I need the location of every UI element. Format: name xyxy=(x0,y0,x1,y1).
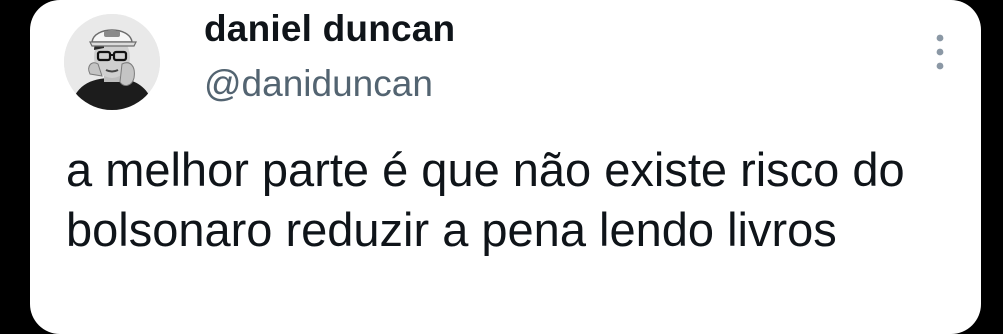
tweet-text: a melhor parte é que não existe risco do… xyxy=(66,143,905,256)
tweet-card[interactable]: daniel duncan @daniduncan a melhor parte… xyxy=(30,0,981,334)
avatar-photo xyxy=(64,14,160,110)
author-name[interactable]: daniel duncan xyxy=(204,8,455,50)
more-vertical-icon[interactable] xyxy=(930,30,950,74)
avatar[interactable] xyxy=(64,14,160,110)
screenshot-frame: daniel duncan @daniduncan a melhor parte… xyxy=(0,0,1003,334)
author-handle[interactable]: @daniduncan xyxy=(204,63,433,105)
